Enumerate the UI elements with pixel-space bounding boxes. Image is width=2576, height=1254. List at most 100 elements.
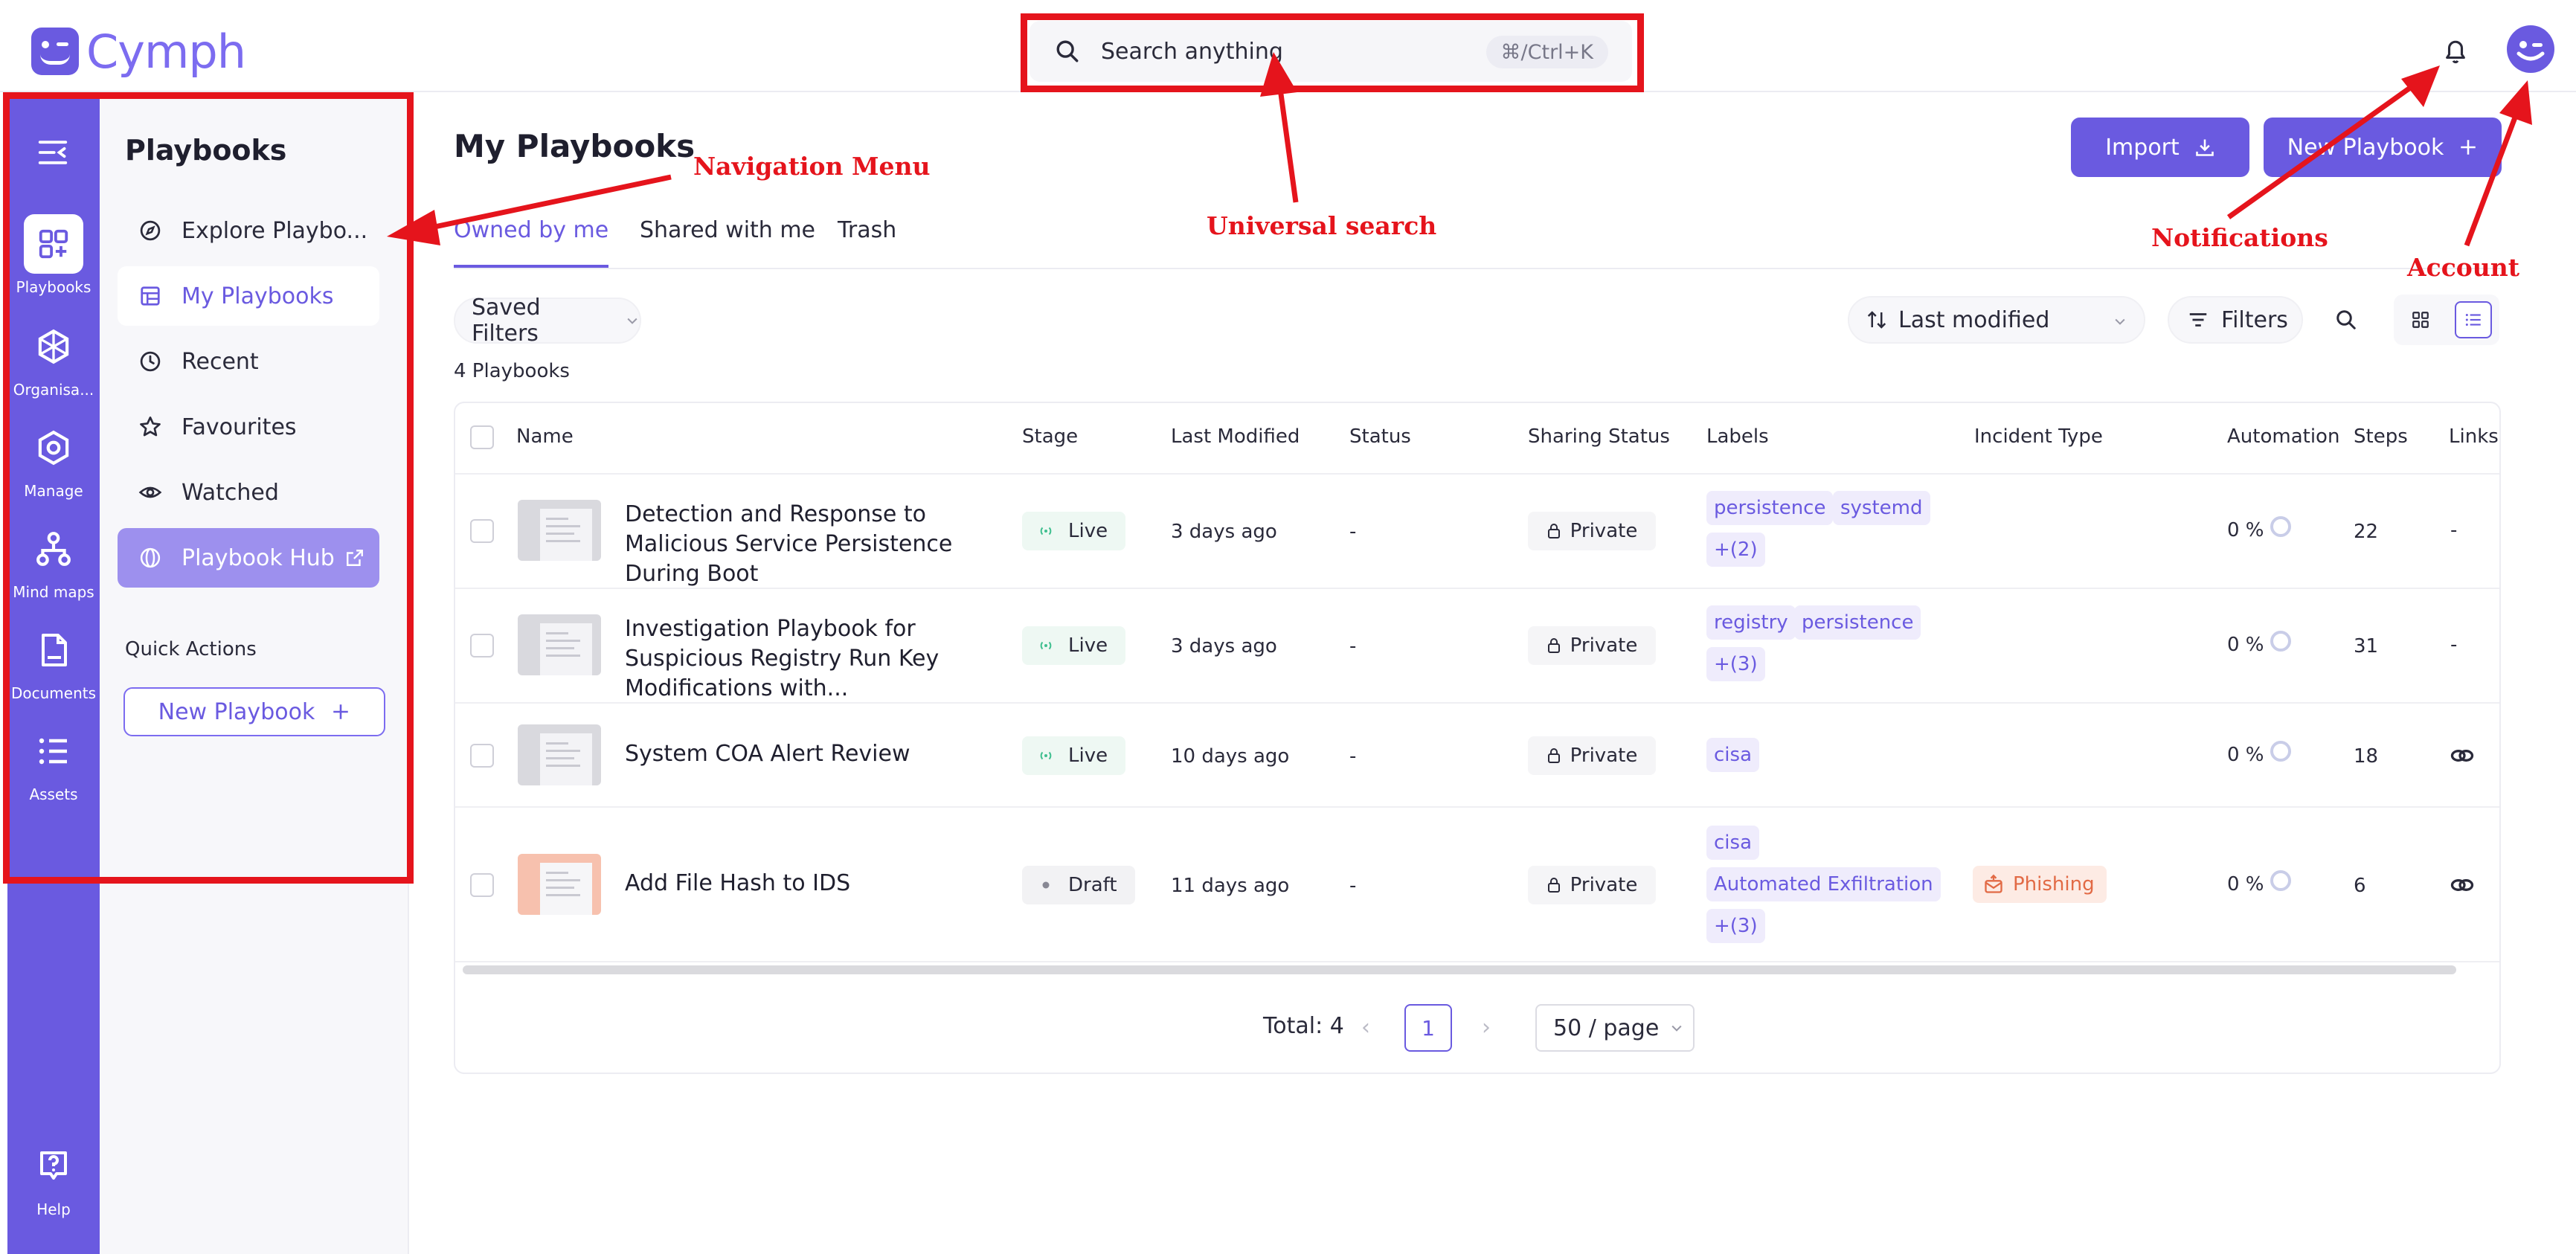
rail-item-help[interactable]: Help [7, 1136, 100, 1218]
table-search-button[interactable] [2324, 298, 2368, 342]
stage-badge: Draft [1022, 866, 1135, 904]
logo-mark [31, 28, 79, 75]
sharing-badge: Private [1528, 512, 1656, 550]
tab-trash[interactable]: Trash [838, 217, 896, 268]
label-more-tag[interactable]: +(3) [1706, 909, 1765, 943]
chevron-down-icon [627, 318, 637, 324]
list-view-button[interactable] [2454, 301, 2492, 338]
filter-icon [2189, 313, 2207, 327]
lock-icon [1547, 524, 1560, 538]
annotation-box-navigation [3, 92, 414, 884]
app-logo[interactable]: Cymph [31, 24, 246, 79]
arrow-search [1276, 83, 1299, 203]
playbook-name[interactable]: Investigation Playbook for Suspicious Re… [625, 614, 1027, 704]
label-more-tag[interactable]: +(2) [1706, 533, 1765, 567]
column-header-last-modified[interactable]: Last Modified [1171, 425, 1300, 448]
links-value: - [2450, 519, 2458, 541]
annotation-box-search [1021, 13, 1644, 92]
saved-filters-dropdown[interactable]: Saved Filters [454, 295, 641, 347]
label-tag[interactable]: Automated Exfiltration [1706, 867, 1941, 901]
column-header-steps[interactable]: Steps [2354, 425, 2408, 448]
select-all-checkbox[interactable] [470, 425, 494, 449]
last-modified: 3 days ago [1171, 635, 1277, 657]
row-checkbox[interactable] [470, 634, 494, 657]
label-tag[interactable]: persistence [1706, 491, 1834, 525]
sort-dropdown[interactable]: Last modified [1848, 296, 2145, 344]
label-tag[interactable]: registry [1706, 605, 1796, 640]
download-icon [2195, 139, 2214, 156]
table-row[interactable]: Detection and Response to Malicious Serv… [455, 475, 2499, 589]
pagination: Total: 4 ‹ 1 › 50 / page [455, 1004, 2499, 1052]
label-more-tag[interactable]: +(3) [1706, 647, 1765, 681]
horizontal-scrollbar[interactable] [463, 965, 2456, 974]
playbook-thumbnail [518, 854, 601, 915]
automation-percent: 0 % [2227, 519, 2264, 541]
app-name: Cymph [86, 24, 246, 79]
column-header-status[interactable]: Status [1349, 425, 1411, 448]
row-checkbox[interactable] [470, 744, 494, 768]
pagination-total: Total: 4 [1263, 1013, 1344, 1039]
chevron-down-icon [1671, 1025, 1682, 1032]
page-title: My Playbooks [454, 128, 696, 164]
steps-count: 6 [2354, 875, 2366, 897]
tab-owned-by-me[interactable]: Owned by me [454, 217, 609, 268]
column-header-incident-type[interactable]: Incident Type [1974, 425, 2103, 448]
automation-percent: 0 % [2227, 744, 2264, 766]
broadcast-icon [1037, 747, 1055, 765]
page-size-select[interactable]: 50 / page [1535, 1004, 1695, 1052]
automation-progress-ring [2270, 741, 2291, 762]
automation-progress-ring [2270, 870, 2291, 891]
column-header-name[interactable]: Name [516, 425, 574, 448]
playbook-name[interactable]: System COA Alert Review [625, 739, 1027, 769]
status: - [1349, 521, 1357, 543]
grid-icon [2412, 312, 2429, 328]
table-row[interactable]: Add File Hash to IDS Draft 11 days ago -… [455, 808, 2499, 962]
status: - [1349, 635, 1357, 657]
import-button[interactable]: Import [2071, 118, 2249, 177]
steps-count: 18 [2354, 745, 2379, 768]
account-avatar[interactable] [2507, 25, 2554, 73]
label-tag[interactable]: cisa [1706, 738, 1759, 772]
column-header-labels[interactable]: Labels [1706, 425, 1769, 448]
page-number-button[interactable]: 1 [1404, 1004, 1452, 1052]
link-icon[interactable] [2449, 872, 2476, 898]
incident-type-badge: Phishing [1973, 866, 2107, 903]
column-header-links[interactable]: Links [2449, 425, 2499, 448]
automation-progress-ring [2270, 631, 2291, 652]
steps-count: 22 [2354, 521, 2379, 543]
filters-button[interactable]: Filters [2168, 296, 2303, 344]
label-tag[interactable]: cisa [1706, 826, 1759, 860]
row-checkbox[interactable] [470, 873, 494, 897]
prev-page-icon[interactable]: ‹ [1361, 1015, 1370, 1041]
avatar-face-icon [2516, 41, 2545, 61]
status: - [1349, 875, 1357, 897]
stage-badge: Live [1022, 736, 1126, 775]
column-header-sharing-status[interactable]: Sharing Status [1528, 425, 1670, 448]
label-tag[interactable]: persistence [1794, 605, 1921, 640]
table-row[interactable]: System COA Alert Review Live 10 days ago… [455, 704, 2499, 808]
column-header-automation[interactable]: Automation [2227, 425, 2339, 448]
steps-count: 31 [2354, 635, 2379, 657]
list-icon [2465, 313, 2481, 327]
tabs-divider [454, 268, 2501, 269]
next-page-icon[interactable]: › [1482, 1015, 1491, 1041]
automation-percent: 0 % [2227, 634, 2264, 656]
lock-icon [1547, 748, 1560, 763]
playbook-name[interactable]: Add File Hash to IDS [625, 869, 1027, 898]
row-checkbox[interactable] [470, 519, 494, 543]
annotation-notifications-label: Notifications [2151, 223, 2328, 252]
last-modified: 3 days ago [1171, 521, 1277, 543]
grid-view-button[interactable] [2402, 301, 2439, 338]
search-icon [2336, 310, 2356, 329]
playbook-name[interactable]: Detection and Response to Malicious Serv… [625, 500, 1027, 589]
sharing-badge: Private [1528, 736, 1656, 775]
link-icon[interactable] [2449, 742, 2476, 769]
column-header-stage[interactable]: Stage [1022, 425, 1078, 448]
playbook-count: 4 Playbooks [454, 360, 570, 382]
label-tag[interactable]: systemd [1833, 491, 1930, 525]
status: - [1349, 745, 1357, 768]
tab-shared-with-me[interactable]: Shared with me [640, 217, 815, 268]
bell-icon[interactable] [2443, 37, 2468, 65]
table-row[interactable]: Investigation Playbook for Suspicious Re… [455, 589, 2499, 704]
new-playbook-button[interactable]: New Playbook [2264, 118, 2502, 177]
